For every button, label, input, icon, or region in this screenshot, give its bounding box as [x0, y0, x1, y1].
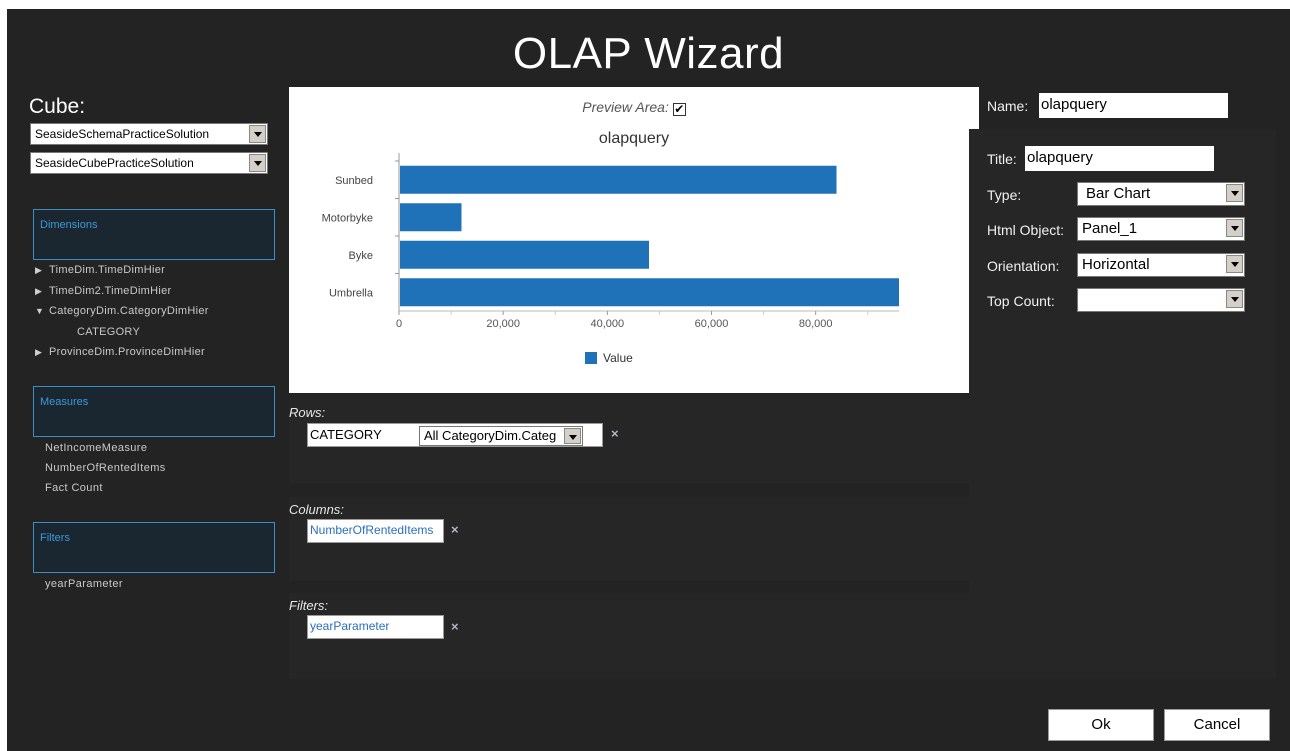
chevron-down-icon[interactable] [1226, 184, 1243, 202]
tree-item-timedim[interactable]: ▶ TimeDim.TimeDimHier [35, 260, 209, 281]
tree-item-provincedim[interactable]: ▶ ProvinceDim.ProvinceDimHier [35, 342, 209, 363]
x-tick-label: 0 [396, 318, 402, 330]
rows-member-value: All CategoryDim.Categ [424, 428, 557, 443]
tree-item-label: TimeDim2.TimeDimHier [49, 284, 172, 297]
collapse-arrow-icon[interactable]: ▼ [35, 301, 49, 322]
chevron-down-icon[interactable] [1226, 219, 1243, 237]
columns-field-value: NumberOfRentedItems [310, 523, 434, 537]
chevron-down-icon[interactable] [564, 428, 581, 444]
bar-byke [400, 240, 649, 269]
type-select[interactable]: Bar Chart [1077, 182, 1245, 206]
cube-label: Cube: [29, 95, 86, 118]
schema-select[interactable]: SeasideSchemaPracticeSolution [30, 123, 268, 145]
html-object-select[interactable]: Panel_1 [1077, 217, 1245, 241]
filters-field-value: yearParameter [310, 619, 390, 633]
tree-item-category-level[interactable]: CATEGORY [35, 322, 209, 343]
category-label: Byke [349, 250, 373, 262]
bar-umbrella [400, 278, 899, 307]
ok-button[interactable]: Ok [1048, 709, 1154, 741]
cube-select[interactable]: SeasideCubePracticeSolution [30, 152, 268, 174]
orientation-select[interactable]: Horizontal [1077, 253, 1245, 277]
rows-field-value: CATEGORY [310, 427, 382, 442]
expand-arrow-icon[interactable]: ▶ [35, 281, 49, 302]
tree-item-label: CategoryDim.CategoryDimHier [49, 305, 209, 317]
cube-select-value: SeasideCubePracticeSolution [35, 156, 194, 170]
olap-wizard-window: OLAP Wizard Cube: SeasideSchemaPracticeS… [7, 9, 1290, 751]
dimensions-header: Dimensions [33, 209, 275, 260]
tree-item-label: CATEGORY [77, 325, 141, 338]
remove-filter-icon[interactable]: × [451, 619, 459, 634]
category-label: Motorbyke [322, 212, 373, 224]
bar-sunbed [400, 165, 837, 194]
preview-area: Preview Area: ✔ olapquery Sunbed Motorbyk… [289, 87, 979, 393]
remove-row-icon[interactable]: × [611, 426, 619, 441]
category-label: Umbrella [325, 287, 374, 299]
title-label: Title: [987, 151, 1017, 167]
title-input[interactable]: olapquery [1025, 146, 1214, 171]
remove-column-icon[interactable]: × [451, 522, 459, 537]
chevron-down-icon[interactable] [1226, 290, 1243, 308]
expand-arrow-icon[interactable]: ▶ [35, 342, 49, 363]
rows-label: Rows: [289, 405, 326, 420]
expand-arrow-icon[interactable]: ▶ [35, 260, 49, 281]
html-object-value: Panel_1 [1082, 220, 1138, 237]
properties-panel [969, 129, 1276, 679]
filters-list: yearParameter [45, 574, 123, 594]
rows-member-select[interactable]: All CategoryDim.Categ [419, 426, 583, 446]
x-tick-label: 60,000 [695, 318, 729, 330]
html-object-label: Html Object: [987, 222, 1065, 238]
measures-header: Measures [33, 386, 275, 437]
measures-list: NetIncomeMeasure NumberOfRentedItems Fac… [45, 438, 166, 498]
measure-item[interactable]: NumberOfRentedItems [45, 458, 166, 478]
top-count-select[interactable] [1077, 288, 1245, 312]
legend-label: Value [603, 351, 633, 365]
name-label: Name: [987, 98, 1029, 114]
x-tick-label: 80,000 [799, 318, 833, 330]
filters-area-label: Filters: [289, 598, 328, 613]
filters-drop-field[interactable]: yearParameter [307, 615, 444, 639]
top-count-label: Top Count: [987, 293, 1055, 309]
filter-item[interactable]: yearParameter [45, 574, 123, 594]
type-select-value: Bar Chart [1086, 185, 1151, 202]
filters-header: Filters [33, 522, 275, 573]
type-label: Type: [987, 187, 1022, 203]
x-tick-label: 40,000 [591, 318, 625, 330]
chevron-down-icon[interactable] [249, 154, 266, 172]
columns-drop-field[interactable]: NumberOfRentedItems [307, 519, 444, 543]
chevron-down-icon[interactable] [1226, 255, 1243, 273]
x-tick-label: 20,000 [486, 318, 520, 330]
dimensions-tree: ▶ TimeDim.TimeDimHier ▶ TimeDim2.TimeDimHi… [35, 260, 209, 363]
orientation-label: Orientation: [987, 258, 1060, 274]
orientation-value: Horizontal [1082, 256, 1150, 273]
measure-item[interactable]: NetIncomeMeasure [45, 438, 166, 458]
bar-chart: Sunbed Motorbyke Byke Umbrella 0 20,000 40,00… [322, 153, 899, 365]
schema-select-value: SeasideSchemaPracticeSolution [35, 127, 210, 141]
wizard-title: OLAP Wizard [512, 29, 785, 78]
cancel-button[interactable]: Cancel [1164, 709, 1270, 741]
tree-item-label: ProvinceDim.ProvinceDimHier [49, 346, 206, 358]
name-input[interactable]: olapquery [1039, 93, 1228, 118]
tree-item-label: TimeDim.TimeDimHier [49, 264, 166, 276]
tree-item-categorydim[interactable]: ▼ CategoryDim.CategoryDimHier [35, 301, 209, 322]
chevron-down-icon[interactable] [249, 125, 266, 143]
category-label: Sunbed [335, 175, 373, 187]
legend-swatch [585, 352, 597, 364]
bar-motorbyke [400, 203, 462, 232]
measure-item[interactable]: Fact Count [45, 478, 166, 498]
columns-label: Columns: [289, 502, 344, 517]
tree-item-timedim2[interactable]: ▶ TimeDim2.TimeDimHier [35, 281, 209, 302]
